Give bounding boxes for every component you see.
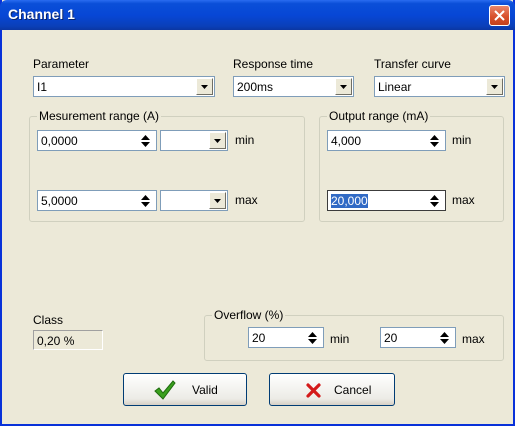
response-time-select[interactable]: 200ms — [233, 76, 354, 97]
output-range-label: Output range (mA) — [327, 109, 431, 123]
measurement-max-unit-select[interactable] — [160, 190, 228, 211]
overflow-label: Overflow (%) — [212, 308, 286, 322]
measurement-max-spinner[interactable] — [139, 190, 153, 211]
spin-up-icon — [440, 332, 449, 337]
dialog-window: Channel 1 Parameter Response time Transf… — [0, 0, 515, 426]
response-time-dropdown-button[interactable] — [335, 78, 352, 95]
checkmark-icon — [154, 380, 176, 400]
spin-up-icon — [430, 195, 439, 200]
class-label: Class — [33, 313, 64, 327]
title-bar[interactable]: Channel 1 — [0, 0, 515, 30]
response-time-value: 200ms — [237, 80, 274, 94]
response-time-label: Response time — [233, 57, 314, 71]
output-max-value: 20,000 — [331, 194, 368, 208]
overflow-min-label: min — [330, 332, 350, 346]
spin-down-icon — [430, 142, 439, 147]
spin-up-icon — [141, 195, 150, 200]
output-min-label: min — [452, 133, 472, 147]
close-button[interactable] — [489, 5, 510, 26]
measurement-range-label: Mesurement range (A) — [37, 109, 162, 123]
measurement-max-label: max — [235, 193, 258, 207]
chevron-down-icon — [340, 85, 347, 89]
overflow-max-label: max — [462, 332, 485, 346]
spin-down-icon — [141, 202, 150, 207]
parameter-value: I1 — [37, 80, 48, 94]
measurement-min-value: 0,0000 — [41, 134, 78, 148]
measurement-min-label: min — [235, 133, 255, 147]
chevron-down-icon — [201, 85, 208, 89]
output-min-value: 4,000 — [331, 134, 362, 148]
chevron-down-icon — [491, 85, 498, 89]
spin-up-icon — [308, 332, 317, 337]
x-icon — [306, 383, 321, 398]
spin-up-icon — [430, 135, 439, 140]
transfer-curve-dropdown-button[interactable] — [486, 78, 503, 95]
window-title: Channel 1 — [8, 6, 75, 22]
measurement-min-spinner[interactable] — [139, 130, 153, 151]
measurement-max-unit-dropdown-button[interactable] — [209, 192, 226, 209]
valid-button[interactable]: Valid — [123, 373, 247, 406]
cancel-button[interactable]: Cancel — [269, 373, 395, 406]
class-value: 0,20 % — [37, 334, 75, 348]
spin-down-icon — [430, 202, 439, 207]
measurement-min-unit-select[interactable] — [160, 130, 228, 151]
output-max-label: max — [452, 193, 475, 207]
parameter-label: Parameter — [33, 57, 90, 71]
spin-down-icon — [141, 142, 150, 147]
measurement-min-unit-dropdown-button[interactable] — [209, 132, 226, 149]
transfer-curve-label: Transfer curve — [374, 57, 451, 71]
output-min-spinner[interactable] — [428, 130, 442, 151]
class-readout: 0,20 % — [33, 330, 103, 350]
spin-down-icon — [308, 339, 317, 344]
valid-button-label: Valid — [192, 383, 218, 397]
measurement-max-value: 5,0000 — [41, 194, 78, 208]
parameter-select[interactable]: I1 — [33, 76, 215, 97]
transfer-curve-select[interactable]: Linear — [374, 76, 505, 97]
output-max-spinner[interactable] — [428, 190, 442, 211]
close-icon — [494, 10, 505, 21]
cancel-button-label: Cancel — [334, 383, 372, 397]
overflow-max-spinner[interactable] — [438, 327, 452, 348]
overflow-max-value: 20 — [384, 331, 398, 345]
spin-up-icon — [141, 135, 150, 140]
chevron-down-icon — [214, 139, 221, 143]
overflow-min-value: 20 — [252, 331, 266, 345]
transfer-curve-value: Linear — [378, 80, 412, 94]
parameter-dropdown-button[interactable] — [196, 78, 213, 95]
chevron-down-icon — [214, 199, 221, 203]
spin-down-icon — [440, 339, 449, 344]
overflow-min-spinner[interactable] — [306, 327, 320, 348]
